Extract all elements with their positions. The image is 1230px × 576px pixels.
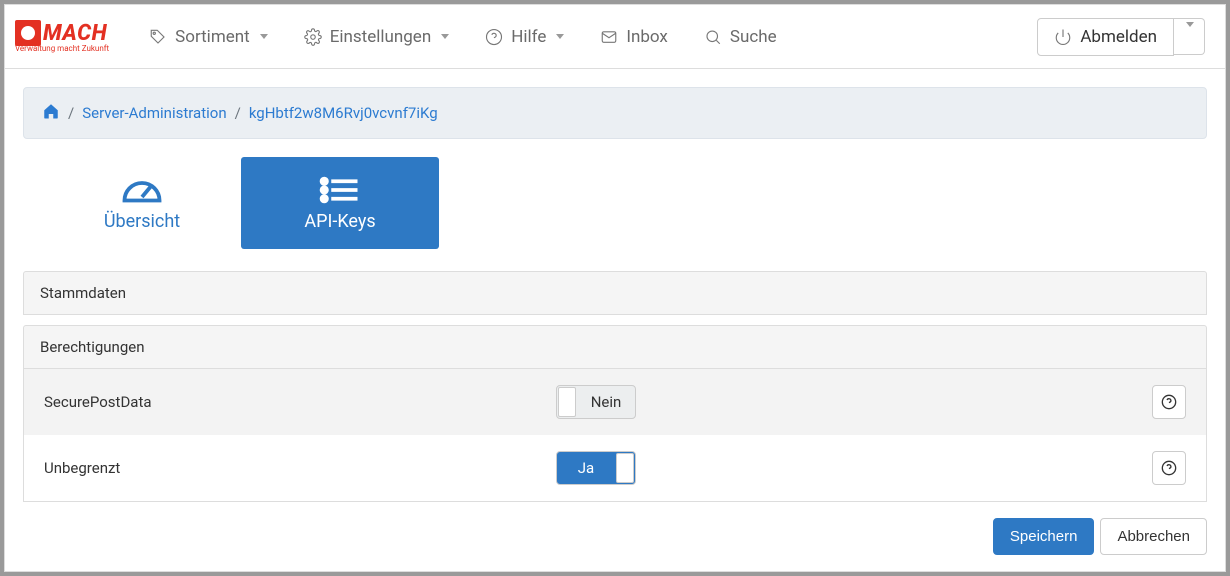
nav-hilfe[interactable]: Hilfe [471,21,578,53]
help-icon [1161,394,1177,410]
nav-inbox[interactable]: Inbox [586,21,682,53]
nav-sortiment[interactable]: Sortiment [135,21,282,53]
toggle-unbegrenzt[interactable]: Ja [556,451,636,485]
breadcrumb-server-admin[interactable]: Server-Administration [82,104,226,122]
perm-label: SecurePostData [44,393,544,411]
section-stammdaten[interactable]: Stammdaten [23,271,1207,315]
chevron-down-icon [441,34,449,39]
logout-dropdown[interactable] [1174,18,1205,55]
breadcrumb: / Server-Administration / kgHbtf2w8M6Rvj… [23,87,1207,139]
navbar: MACH Verwaltung macht Zukunft Sortiment … [5,5,1225,69]
nav-label: Hilfe [511,27,546,47]
perm-label: Unbegrenzt [44,459,544,477]
section-berechtigungen[interactable]: Berechtigungen [23,325,1207,369]
tabbar: Übersicht API-Keys [43,157,1207,249]
content-area: / Server-Administration / kgHbtf2w8M6Rvj… [5,69,1225,572]
mail-icon [600,28,618,46]
logout-group: Abmelden [1037,18,1205,56]
logo-text: MACH [43,21,107,46]
nav-einstellungen[interactable]: Einstellungen [290,21,464,53]
nav-label: Suche [730,27,777,47]
permissions-box: SecurePostData Nein Unbegrenzt Ja [23,369,1207,502]
cancel-button[interactable]: Abbrechen [1100,518,1207,555]
save-button[interactable]: Speichern [993,518,1095,555]
logout-button[interactable]: Abmelden [1037,18,1174,56]
gear-icon [304,28,322,46]
perm-row-securepostdata: SecurePostData Nein [24,369,1206,435]
tab-label: Übersicht [104,211,180,232]
toggle-securepostdata[interactable]: Nein [556,385,636,419]
tab-label: API-Keys [304,211,375,232]
logo: MACH Verwaltung macht Zukunft [15,20,109,53]
nav-label: Einstellungen [330,27,432,47]
search-icon [704,28,722,46]
nav-label: Inbox [626,27,668,47]
app-window: MACH Verwaltung macht Zukunft Sortiment … [4,4,1226,572]
gauge-icon [121,175,163,205]
help-icon [485,28,503,46]
breadcrumb-current[interactable]: kgHbtf2w8M6Rvj0vcvnf7iKg [249,104,438,122]
list-icon [319,175,361,205]
tab-overview[interactable]: Übersicht [43,157,241,249]
tag-icon [149,28,167,46]
help-button[interactable] [1152,385,1186,419]
help-button[interactable] [1152,451,1186,485]
breadcrumb-sep: / [235,104,241,122]
chevron-down-icon [260,34,268,39]
help-icon [1161,460,1177,476]
chevron-down-icon [556,34,564,39]
tab-apikeys[interactable]: API-Keys [241,157,439,249]
nav-label: Sortiment [175,27,250,47]
logo-icon [15,20,41,46]
power-icon [1054,28,1072,46]
logout-label: Abmelden [1080,27,1157,47]
perm-row-unbegrenzt: Unbegrenzt Ja [24,435,1206,501]
form-actions: Speichern Abbrechen [23,518,1207,555]
breadcrumb-home[interactable] [42,102,60,124]
breadcrumb-sep: / [68,104,74,122]
toggle-knob [558,387,576,417]
toggle-knob [616,453,634,483]
chevron-down-icon [1186,22,1194,46]
nav-suche[interactable]: Suche [690,21,791,53]
home-icon [42,102,60,120]
